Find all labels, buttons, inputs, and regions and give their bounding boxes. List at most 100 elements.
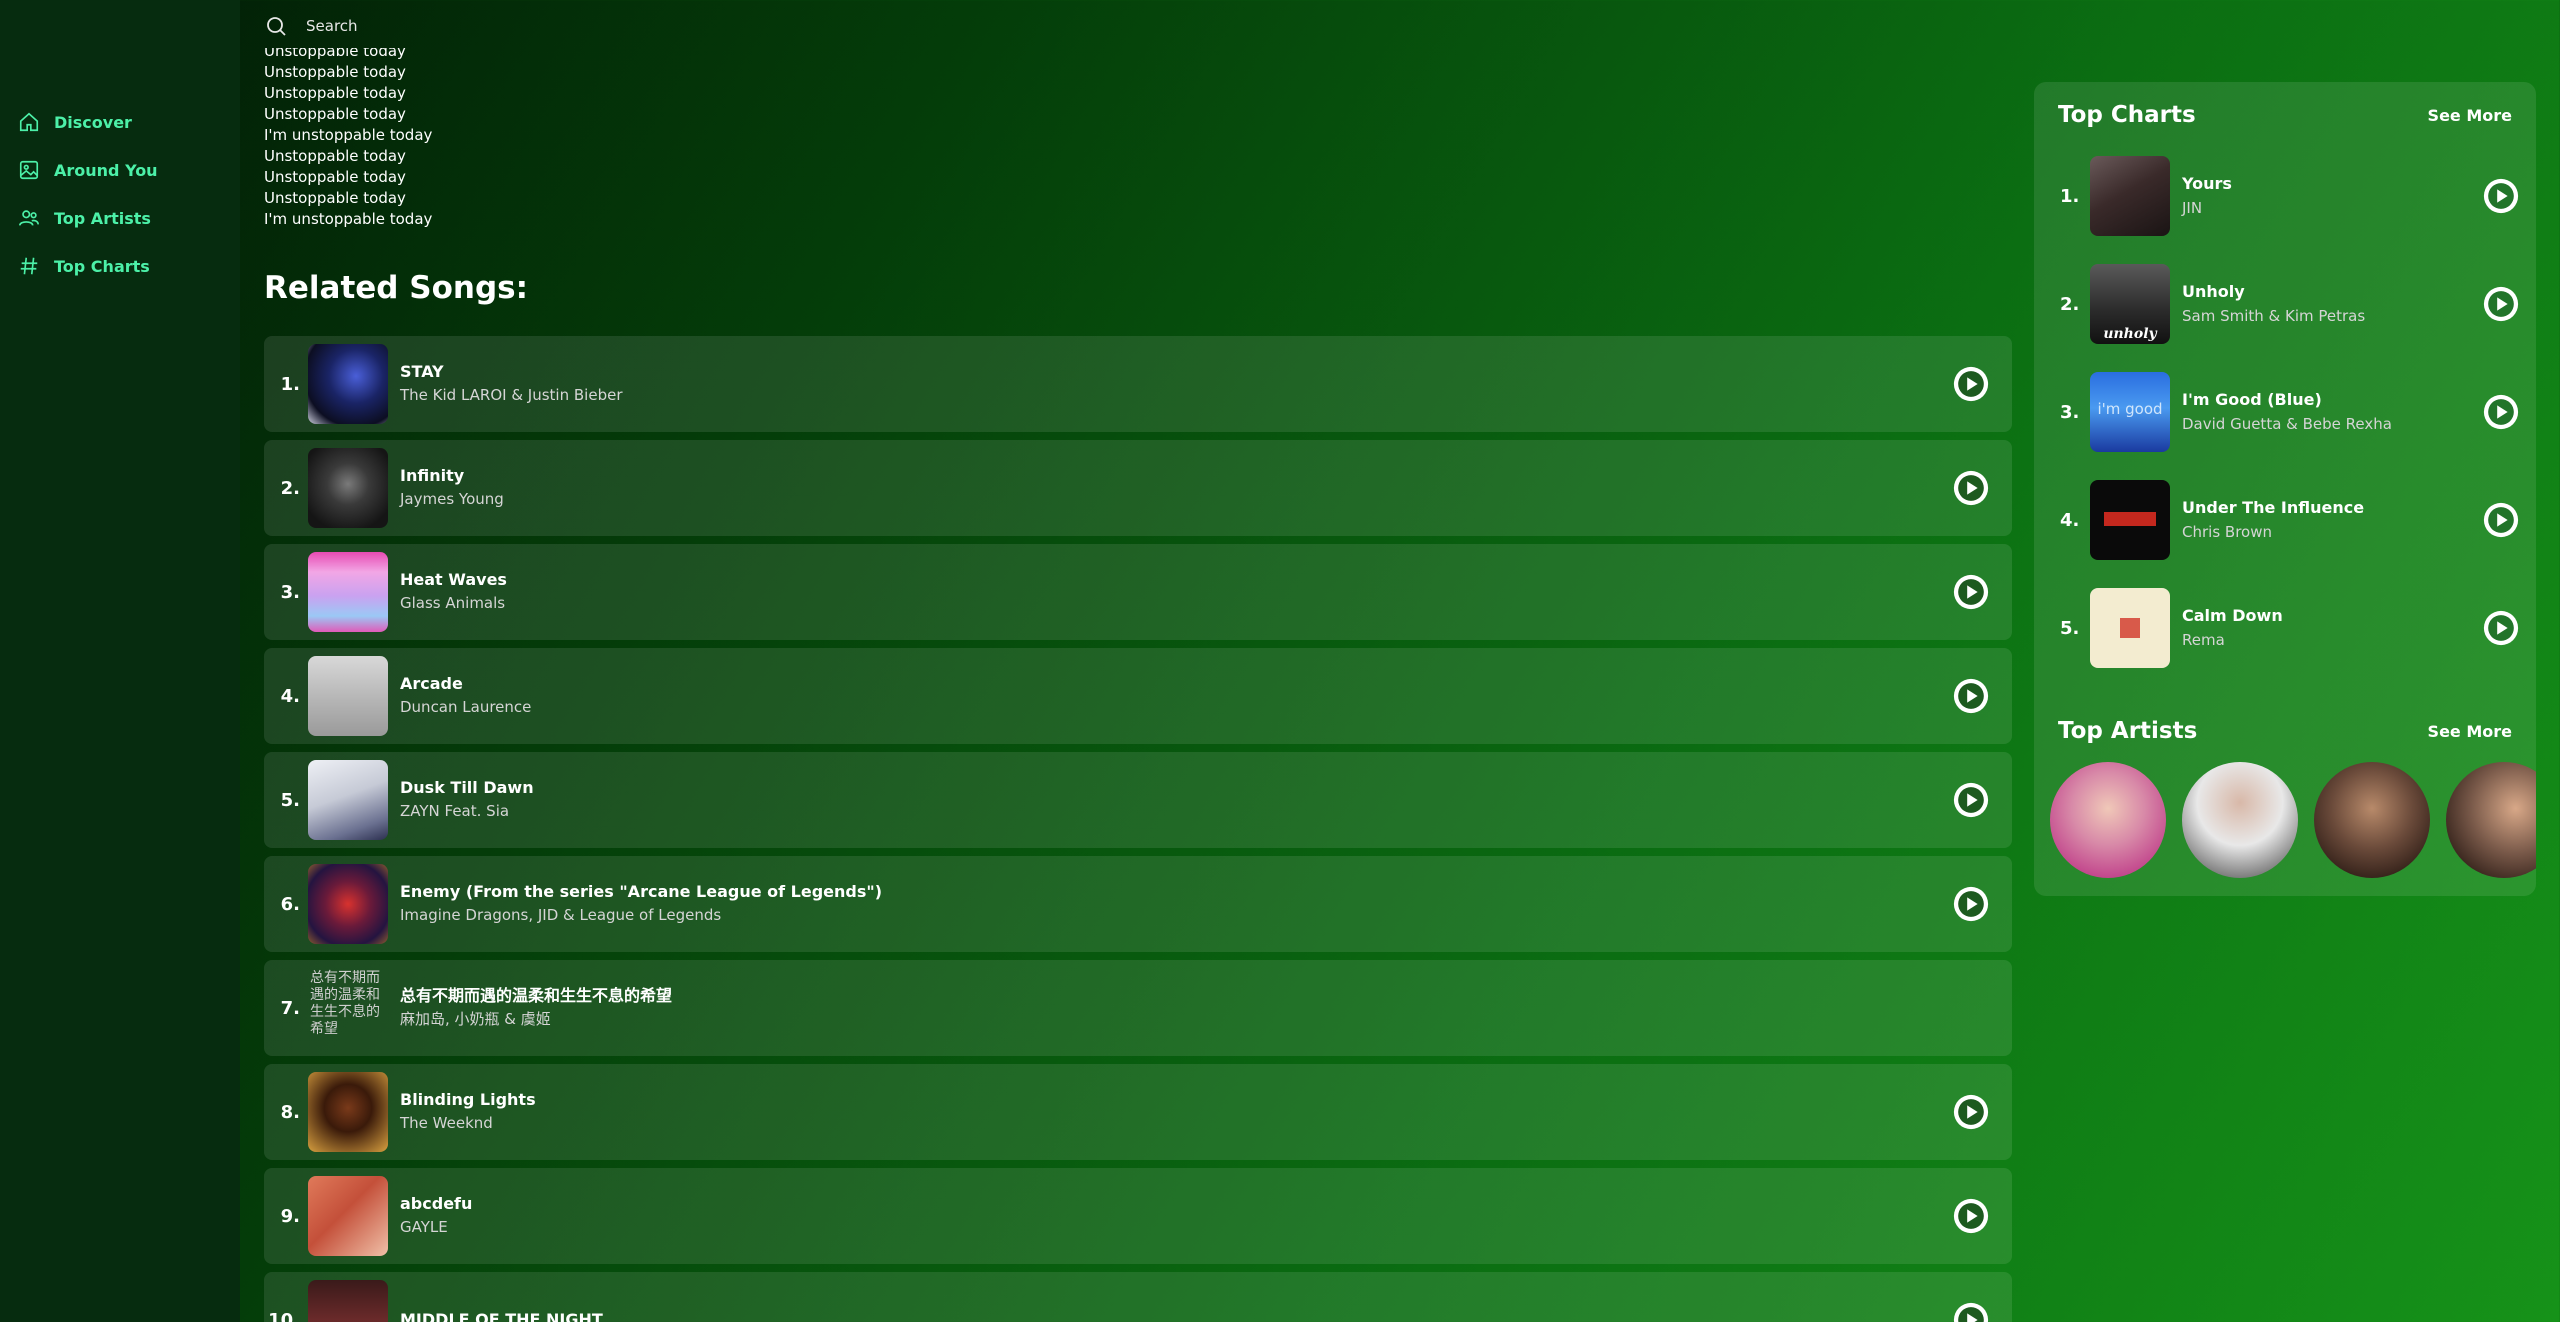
- album-art: [308, 552, 388, 632]
- song-artist[interactable]: The Weeknd: [400, 1111, 536, 1135]
- sidebar-item-label: Around You: [54, 160, 158, 180]
- chart-artist[interactable]: JIN: [2182, 196, 2232, 220]
- top-charts-see-more-link[interactable]: See More: [2428, 106, 2512, 125]
- song-artist[interactable]: 麻加岛, 小奶瓶 & 虞姬: [400, 1007, 672, 1031]
- play-icon[interactable]: [2482, 285, 2520, 323]
- play-icon[interactable]: [1952, 1093, 1990, 1131]
- lyric-line: Unstoppable today: [264, 105, 406, 123]
- play-icon[interactable]: [1952, 677, 1990, 715]
- song-title[interactable]: abcdefu: [400, 1193, 472, 1215]
- chart-item[interactable]: 1. Yours JIN: [2060, 154, 2520, 238]
- lyric-line: Unstoppable today: [264, 189, 406, 207]
- song-row[interactable]: 10. MIDDLE OF THE NIGHT: [264, 1272, 2012, 1322]
- song-row[interactable]: 4. Arcade Duncan Laurence: [264, 648, 2012, 744]
- chart-artist[interactable]: David Guetta & Bebe Rexha: [2182, 412, 2392, 436]
- sidebar-item-label: Discover: [54, 112, 132, 132]
- search-bar: [264, 14, 706, 38]
- play-icon[interactable]: [1952, 1301, 1990, 1322]
- song-title[interactable]: Heat Waves: [400, 569, 507, 591]
- artist-avatar[interactable]: [2050, 762, 2166, 878]
- chart-artist[interactable]: Chris Brown: [2182, 520, 2364, 544]
- song-rank: 10.: [268, 1309, 300, 1322]
- artist-avatar[interactable]: [2182, 762, 2298, 878]
- song-rank: 3.: [280, 581, 300, 603]
- sidebar-item-top-charts[interactable]: Top Charts: [18, 242, 158, 290]
- search-input[interactable]: [306, 17, 706, 35]
- play-icon[interactable]: [1952, 365, 1990, 403]
- song-artist[interactable]: Jaymes Young: [400, 487, 504, 511]
- play-icon[interactable]: [2482, 609, 2520, 647]
- song-artist[interactable]: Glass Animals: [400, 591, 507, 615]
- sidebar-item-label: Top Artists: [54, 208, 151, 228]
- play-icon[interactable]: [2482, 393, 2520, 431]
- play-icon[interactable]: [1952, 469, 1990, 507]
- song-rank: 6.: [280, 893, 300, 915]
- song-title[interactable]: STAY: [400, 361, 622, 383]
- sidebar-item-around-you[interactable]: Around You: [18, 146, 158, 194]
- song-rank: 4.: [280, 685, 300, 707]
- lyric-line: I'm unstoppable today: [264, 210, 433, 228]
- song-row[interactable]: 8. Blinding Lights The Weeknd: [264, 1064, 2012, 1160]
- chart-title[interactable]: Under The Influence: [2182, 496, 2364, 520]
- song-row[interactable]: 1. STAY The Kid LAROI & Justin Bieber: [264, 336, 2012, 432]
- album-art-text: i'm good: [2097, 400, 2163, 418]
- song-row[interactable]: 3. Heat Waves Glass Animals: [264, 544, 2012, 640]
- chart-item[interactable]: 3. i'm good I'm Good (Blue) David Guetta…: [2060, 370, 2520, 454]
- song-artist[interactable]: ZAYN Feat. Sia: [400, 799, 534, 823]
- song-artist[interactable]: GAYLE: [400, 1215, 472, 1239]
- song-title[interactable]: 总有不期而遇的温柔和生生不息的希望: [400, 985, 672, 1007]
- song-row[interactable]: 2. Infinity Jaymes Young: [264, 440, 2012, 536]
- chart-artist[interactable]: Sam Smith & Kim Petras: [2182, 304, 2365, 328]
- play-icon[interactable]: [1952, 573, 1990, 611]
- song-title[interactable]: Enemy (From the series "Arcane League of…: [400, 881, 882, 903]
- right-panel: Top Charts See More 1. Yours JIN 2. unho…: [2034, 82, 2536, 896]
- song-title[interactable]: Infinity: [400, 465, 504, 487]
- play-icon[interactable]: [1952, 1197, 1990, 1235]
- album-art-graphic: [2120, 618, 2140, 638]
- song-artist[interactable]: The Kid LAROI & Justin Bieber: [400, 383, 622, 407]
- related-songs-heading: Related Songs:: [264, 270, 528, 306]
- top-artists-see-more-link[interactable]: See More: [2428, 722, 2512, 741]
- song-row[interactable]: 9. abcdefu GAYLE: [264, 1168, 2012, 1264]
- album-art-broken: 总有不期而遇的温柔和生生不息的希望: [310, 970, 380, 1037]
- chart-title[interactable]: Calm Down: [2182, 604, 2283, 628]
- song-title[interactable]: MIDDLE OF THE NIGHT: [400, 1309, 603, 1322]
- song-row[interactable]: 7. 总有不期而遇的温柔和生生不息的希望 总有不期而遇的温柔和生生不息的希望 麻…: [264, 960, 2012, 1056]
- song-title[interactable]: Blinding Lights: [400, 1089, 536, 1111]
- artist-avatar[interactable]: [2446, 762, 2536, 878]
- artist-avatar[interactable]: [2314, 762, 2430, 878]
- album-art: [308, 1176, 388, 1256]
- lyric-line: Unstoppable today: [264, 63, 406, 81]
- chart-title[interactable]: Unholy: [2182, 280, 2365, 304]
- song-title[interactable]: Dusk Till Dawn: [400, 777, 534, 799]
- chart-item[interactable]: 4. Under The Influence Chris Brown: [2060, 478, 2520, 562]
- album-art: [2090, 156, 2170, 236]
- song-rank: 7.: [280, 997, 300, 1019]
- sidebar-item-discover[interactable]: Discover: [18, 98, 158, 146]
- song-row[interactable]: 5. Dusk Till Dawn ZAYN Feat. Sia: [264, 752, 2012, 848]
- sidebar-nav: Discover Around You Top Artists Top Char…: [18, 98, 158, 290]
- chart-title[interactable]: I'm Good (Blue): [2182, 388, 2392, 412]
- top-artists-carousel: [2050, 762, 2536, 882]
- sidebar-item-label: Top Charts: [54, 256, 150, 276]
- song-artist[interactable]: Duncan Laurence: [400, 695, 531, 719]
- album-art: [308, 344, 388, 424]
- users-icon: [19, 210, 39, 226]
- play-icon[interactable]: [2482, 177, 2520, 215]
- play-icon[interactable]: [1952, 885, 1990, 923]
- song-artist[interactable]: Imagine Dragons, JID & League of Legends: [400, 903, 882, 927]
- chart-item[interactable]: 2. unholy Unholy Sam Smith & Kim Petras: [2060, 262, 2520, 346]
- chart-title[interactable]: Yours: [2182, 172, 2232, 196]
- home-icon: [19, 112, 39, 132]
- album-art: [308, 864, 388, 944]
- album-art: [308, 656, 388, 736]
- sidebar-item-top-artists[interactable]: Top Artists: [18, 194, 158, 242]
- chart-artist[interactable]: Rema: [2182, 628, 2283, 652]
- song-rank: 8.: [280, 1101, 300, 1123]
- play-icon[interactable]: [1952, 781, 1990, 819]
- album-art: [308, 1280, 388, 1322]
- song-title[interactable]: Arcade: [400, 673, 531, 695]
- play-icon[interactable]: [2482, 501, 2520, 539]
- chart-item[interactable]: 5. Calm Down Rema: [2060, 586, 2520, 670]
- song-row[interactable]: 6. Enemy (From the series "Arcane League…: [264, 856, 2012, 952]
